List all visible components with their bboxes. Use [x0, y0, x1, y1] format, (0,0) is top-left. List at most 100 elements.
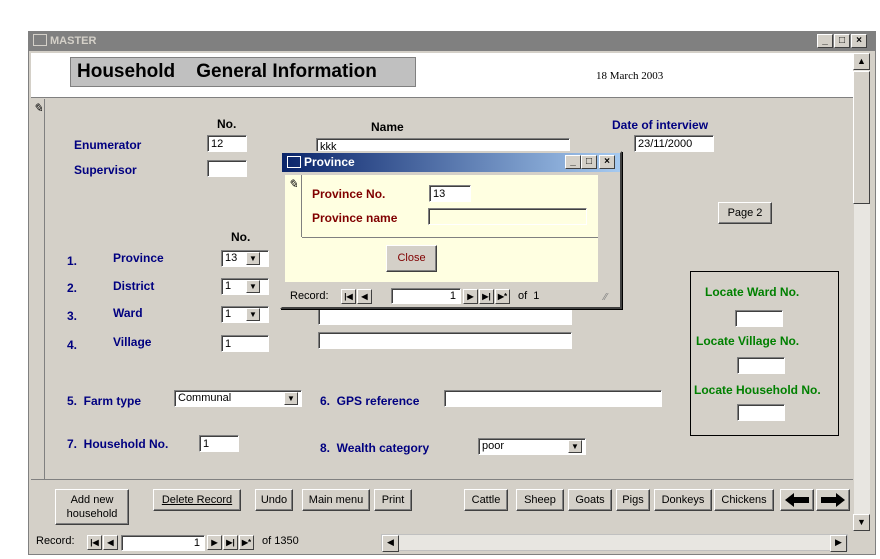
sheep-button[interactable]: Sheep [516, 489, 564, 511]
add-new-household-button[interactable]: Add new household [55, 489, 129, 525]
dialog-record-number-input[interactable]: 1 [391, 288, 461, 304]
farm-type-dropdown-icon[interactable]: ▼ [284, 392, 298, 405]
district-label: District [113, 279, 155, 293]
household-no-input[interactable] [199, 435, 239, 452]
record-selector[interactable]: ✎ [31, 99, 45, 479]
province-no-input[interactable] [429, 185, 471, 202]
prev-record-icon[interactable]: ◀ [103, 535, 118, 550]
close-window-button[interactable]: × [851, 34, 867, 48]
footer-divider [31, 479, 853, 480]
locate-ward-input[interactable] [735, 310, 783, 327]
locate-village-input[interactable] [737, 357, 785, 374]
locate-household-label: Locate Household No. [694, 383, 821, 397]
gps-input[interactable] [444, 390, 662, 407]
print-button[interactable]: Print [374, 489, 412, 511]
province-value: 13 [225, 252, 238, 264]
header-date: 18 March 2003 [596, 70, 664, 82]
maximize-button[interactable]: □ [834, 34, 850, 48]
row-number-1: 1. [67, 254, 78, 268]
scroll-thumb[interactable] [853, 71, 870, 204]
province-name-input[interactable] [428, 208, 587, 225]
page2-button[interactable]: Page 2 [718, 202, 772, 224]
new-record-icon[interactable]: ▶* [239, 535, 254, 550]
record-label: Record: [36, 535, 75, 547]
supervisor-label: Supervisor [74, 163, 137, 177]
resize-grip-icon[interactable]: ⁄⁄ [604, 292, 607, 303]
wealth-category-value: poor [482, 440, 505, 452]
province-label: Province [113, 251, 164, 265]
scroll-up-icon[interactable]: ▲ [853, 53, 870, 70]
horizontal-scrollbar[interactable]: ◀ ▶ [381, 534, 848, 552]
dialog-form-icon [287, 155, 301, 168]
main-menu-button[interactable]: Main menu [302, 489, 370, 511]
wealth-dropdown-icon[interactable]: ▼ [568, 440, 582, 453]
dialog-pencil-icon: ✎ [288, 177, 299, 191]
dialog-record-count: of 1 [518, 290, 540, 302]
province-name-label: Province name [312, 211, 398, 225]
record-number-input[interactable]: 1 [121, 535, 205, 551]
window-titlebar[interactable]: MASTER [28, 31, 876, 51]
farm-type-combo[interactable]: Communal [174, 390, 302, 407]
enumerator-label: Enumerator [74, 138, 142, 152]
province-dropdown-icon[interactable]: ▼ [246, 252, 260, 265]
col-no-header-2: No. [231, 230, 251, 244]
locate-village-label: Locate Village No. [696, 334, 800, 348]
province-combo[interactable]: 13 [221, 250, 269, 267]
dialog-minimize-button[interactable]: _ [565, 155, 581, 169]
date-of-interview-input[interactable] [634, 135, 714, 152]
supervisor-no-input[interactable] [207, 160, 247, 177]
dialog-record-label: Record: [290, 290, 329, 302]
undo-button[interactable]: Undo [255, 489, 293, 511]
dialog-prev-record-icon[interactable]: ◀ [357, 289, 372, 304]
district-combo[interactable]: 1 [221, 278, 269, 295]
date-of-interview-label: Date of interview [612, 118, 709, 132]
scroll-left-icon[interactable]: ◀ [382, 535, 399, 552]
page-title: Household General Information [70, 57, 416, 87]
district-dropdown-icon[interactable]: ▼ [246, 280, 260, 293]
province-no-label: Province No. [312, 187, 386, 201]
next-record-icon[interactable]: ▶ [207, 535, 222, 550]
row-number-3: 3. [67, 309, 78, 323]
goats-button[interactable]: Goats [568, 489, 612, 511]
ward-combo[interactable]: 1 [221, 306, 269, 323]
village-no-input[interactable] [221, 335, 269, 352]
next-arrow-button[interactable] [816, 489, 850, 511]
locate-household-input[interactable] [737, 404, 785, 421]
minimize-button[interactable]: _ [817, 34, 833, 48]
scroll-right-icon[interactable]: ▶ [830, 535, 847, 552]
province-dialog-title: Province [304, 155, 355, 169]
row-number-4: 4. [67, 338, 78, 352]
dialog-divider [302, 237, 598, 238]
form-icon [33, 34, 47, 47]
dialog-next-record-icon[interactable]: ▶ [463, 289, 478, 304]
donkeys-button[interactable]: Donkeys [654, 489, 712, 511]
scroll-down-icon[interactable]: ▼ [853, 514, 870, 531]
farm-type-label: 5. Farm type [67, 394, 142, 408]
wealth-category-label: 8. Wealth category [320, 441, 430, 455]
delete-record-button[interactable]: Delete Record [153, 489, 241, 511]
col-name-header: Name [371, 120, 404, 134]
previous-arrow-button[interactable] [780, 489, 814, 511]
dialog-record-selector[interactable]: ✎ [285, 175, 302, 237]
dialog-close-button[interactable]: Close [386, 245, 437, 272]
pigs-button[interactable]: Pigs [616, 489, 650, 511]
district-value: 1 [225, 280, 232, 292]
dialog-last-record-icon[interactable]: ▶| [479, 289, 494, 304]
ward-label: Ward [113, 306, 143, 320]
village-label: Village [113, 335, 152, 349]
dialog-new-record-icon[interactable]: ▶* [495, 289, 510, 304]
enumerator-no-input[interactable] [207, 135, 247, 152]
ward-dropdown-icon[interactable]: ▼ [246, 308, 260, 321]
chickens-button[interactable]: Chickens [714, 489, 774, 511]
left-arrow-icon [785, 493, 809, 507]
ward-name-input[interactable] [318, 308, 572, 325]
dialog-close-window-button[interactable]: × [599, 155, 615, 169]
dialog-first-record-icon[interactable]: |◀ [341, 289, 356, 304]
locate-ward-label: Locate Ward No. [705, 285, 800, 299]
village-name-input[interactable] [318, 332, 572, 349]
last-record-icon[interactable]: ▶| [223, 535, 238, 550]
first-record-icon[interactable]: |◀ [87, 535, 102, 550]
cattle-button[interactable]: Cattle [464, 489, 508, 511]
dialog-maximize-button[interactable]: □ [581, 155, 597, 169]
col-no-header: No. [217, 117, 237, 131]
